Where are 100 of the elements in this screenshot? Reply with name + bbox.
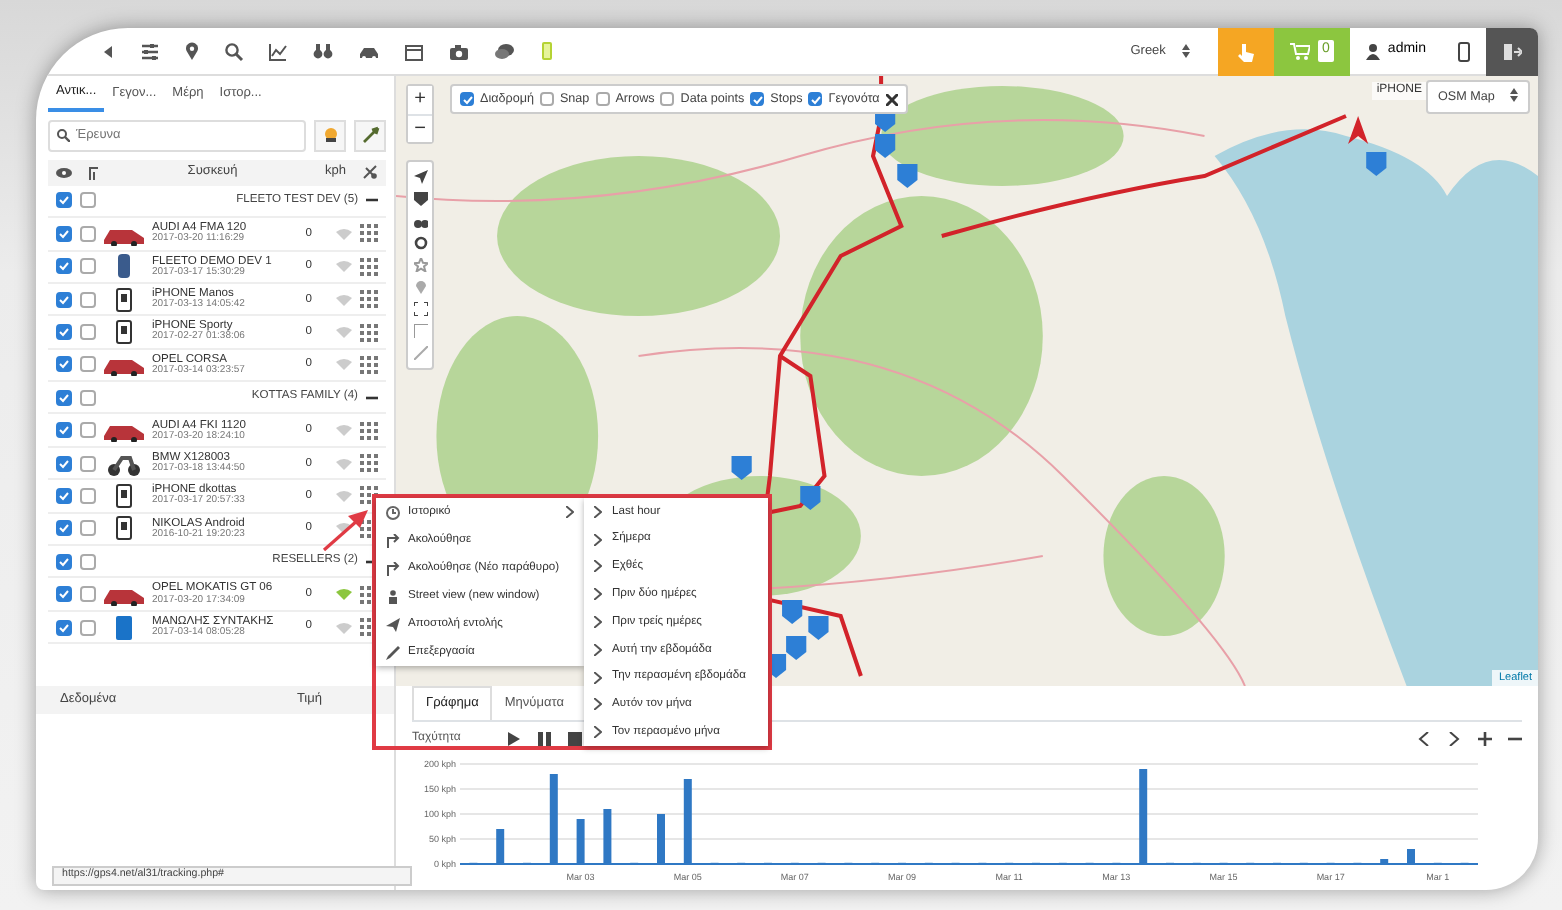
follow-checkbox[interactable] <box>80 291 96 308</box>
visibility-checkbox[interactable] <box>56 455 72 472</box>
menu-grid-icon[interactable] <box>360 323 378 341</box>
visibility-checkbox[interactable] <box>56 192 72 209</box>
calendar-icon[interactable] <box>404 41 424 61</box>
collapse-icon[interactable] <box>366 194 378 207</box>
follow-checkbox[interactable] <box>80 520 96 537</box>
collapse-icon[interactable] <box>366 391 378 404</box>
mobile-icon[interactable] <box>1458 41 1470 61</box>
visibility-checkbox[interactable] <box>56 225 72 242</box>
next-icon[interactable] <box>1448 731 1462 746</box>
chevron-right-icon <box>594 726 602 739</box>
chevron-right-icon <box>594 533 602 546</box>
camera-icon[interactable] <box>448 41 470 61</box>
chevron-right-icon <box>594 643 602 656</box>
follow-checkbox[interactable] <box>80 324 96 340</box>
binoculars-icon[interactable] <box>312 41 334 61</box>
parking-marker[interactable] <box>731 456 752 480</box>
search-icon <box>56 128 70 143</box>
caret-icon <box>1181 44 1190 58</box>
chevron-right-icon <box>594 671 602 684</box>
menu-grid-icon[interactable] <box>360 486 378 505</box>
follow-checkbox[interactable] <box>80 192 96 209</box>
pencil-icon <box>386 645 400 659</box>
layer-checkbox[interactable] <box>750 92 765 107</box>
follow-checkbox[interactable] <box>80 619 96 636</box>
visibility-checkbox[interactable] <box>56 422 72 439</box>
parking-marker[interactable] <box>897 164 918 188</box>
logout-icon <box>1502 41 1522 61</box>
add-object-button[interactable] <box>314 119 346 152</box>
follow-checkbox[interactable] <box>80 356 96 373</box>
pause-icon[interactable] <box>538 731 553 746</box>
visibility-checkbox[interactable] <box>56 258 72 275</box>
person-icon <box>321 126 339 145</box>
menu-grid-icon[interactable] <box>360 257 378 276</box>
visibility-checkbox[interactable] <box>56 586 72 603</box>
chat-icon[interactable] <box>494 41 516 61</box>
shield-icon[interactable] <box>413 192 427 206</box>
cart-icon <box>1289 42 1310 60</box>
layer-checkbox[interactable] <box>595 92 610 107</box>
search-icon[interactable] <box>224 41 244 61</box>
parking-marker[interactable] <box>808 616 829 640</box>
zoom-out-button[interactable]: − <box>408 114 432 142</box>
parking-marker[interactable] <box>1366 152 1387 176</box>
follow-checkbox[interactable] <box>80 422 96 439</box>
fullscreen-icon[interactable] <box>413 302 427 316</box>
logout-button[interactable] <box>1486 28 1538 75</box>
follow-checkbox[interactable] <box>80 258 96 275</box>
chart-icon[interactable] <box>268 41 288 61</box>
chevron-right-icon <box>594 560 602 573</box>
chevron-right-icon <box>594 698 602 711</box>
gear-icon[interactable] <box>413 236 427 250</box>
menu-grid-icon[interactable] <box>360 355 378 374</box>
menu-grid-icon[interactable] <box>360 454 378 473</box>
follow-checkbox[interactable] <box>80 225 96 242</box>
visibility-checkbox[interactable] <box>56 324 72 340</box>
parking-marker[interactable] <box>782 600 803 624</box>
menu-grid-icon[interactable] <box>360 421 378 440</box>
layer-checkbox[interactable] <box>460 92 474 107</box>
parking-marker[interactable] <box>800 486 821 510</box>
stop-icon[interactable] <box>568 731 583 746</box>
zoom-in-icon[interactable] <box>1478 731 1492 746</box>
close-icon[interactable] <box>885 93 898 106</box>
follow-checkbox[interactable] <box>80 487 96 504</box>
follow-checkbox[interactable] <box>80 389 96 406</box>
follow-icon <box>386 561 400 575</box>
tools-button[interactable] <box>354 119 386 152</box>
layer-checkbox[interactable] <box>660 92 675 107</box>
parking-marker[interactable] <box>875 134 896 158</box>
previous-icon[interactable] <box>1418 731 1432 746</box>
layer-checkbox[interactable] <box>808 92 823 107</box>
sliders-icon[interactable] <box>140 41 160 61</box>
follow-checkbox[interactable] <box>80 553 96 570</box>
visibility-checkbox[interactable] <box>56 553 72 570</box>
layer-checkbox[interactable] <box>539 92 554 107</box>
navigate-icon[interactable] <box>413 170 427 184</box>
visibility-checkbox[interactable] <box>56 487 72 504</box>
visibility-checkbox[interactable] <box>56 520 72 537</box>
location-pin-icon[interactable] <box>184 41 200 61</box>
visibility-checkbox[interactable] <box>56 389 72 406</box>
follow-checkbox[interactable] <box>80 455 96 472</box>
vehicle-arrow-icon[interactable] <box>1348 116 1369 144</box>
visibility-checkbox[interactable] <box>56 619 72 636</box>
visibility-checkbox[interactable] <box>56 291 72 308</box>
star-icon[interactable] <box>413 258 427 272</box>
satellite-icon <box>362 164 378 181</box>
binoculars-icon[interactable] <box>413 214 427 228</box>
play-icon[interactable] <box>508 731 523 746</box>
ruler-icon[interactable] <box>413 324 427 338</box>
follow-checkbox[interactable] <box>80 586 96 603</box>
back-icon[interactable] <box>100 41 116 61</box>
follow-icon <box>88 165 100 180</box>
marker-icon[interactable] <box>413 280 427 294</box>
measure-icon[interactable] <box>413 346 427 360</box>
menu-grid-icon[interactable] <box>360 224 378 243</box>
menu-grid-icon[interactable] <box>360 290 378 309</box>
hand-icon <box>1235 41 1256 61</box>
visibility-checkbox[interactable] <box>56 356 72 373</box>
parking-marker[interactable] <box>786 636 807 660</box>
chevron-right-icon <box>594 616 602 629</box>
